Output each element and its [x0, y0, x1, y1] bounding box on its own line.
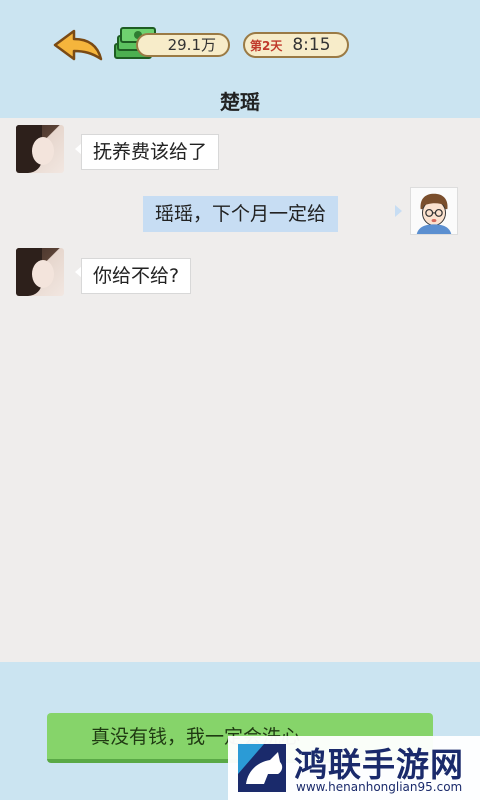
chat-title: 楚瑶	[220, 90, 260, 114]
message-bubble: 瑶瑶，下个月一定给	[143, 196, 339, 232]
day-label: 第2天	[250, 38, 283, 53]
message-bubble: 抚养费该给了	[81, 134, 220, 170]
message-bubble: 你给不给?	[81, 258, 192, 294]
day-time-display: 第2天 8:15	[243, 32, 349, 58]
bubble-tail	[395, 205, 402, 217]
money-display: 29.1万	[136, 33, 230, 57]
contact-avatar[interactable]	[16, 125, 64, 173]
watermark-url: www.henanhonglian95.com	[296, 780, 463, 794]
contact-avatar[interactable]	[16, 248, 64, 296]
horse-logo-icon	[238, 744, 286, 792]
watermark-title: 鸿联手游网	[294, 745, 464, 784]
player-avatar[interactable]	[410, 187, 458, 235]
clock-time: 8:15	[292, 35, 331, 55]
back-arrow-icon[interactable]	[52, 28, 104, 62]
watermark: 鸿联手游网 www.henanhonglian95.com	[228, 736, 480, 800]
